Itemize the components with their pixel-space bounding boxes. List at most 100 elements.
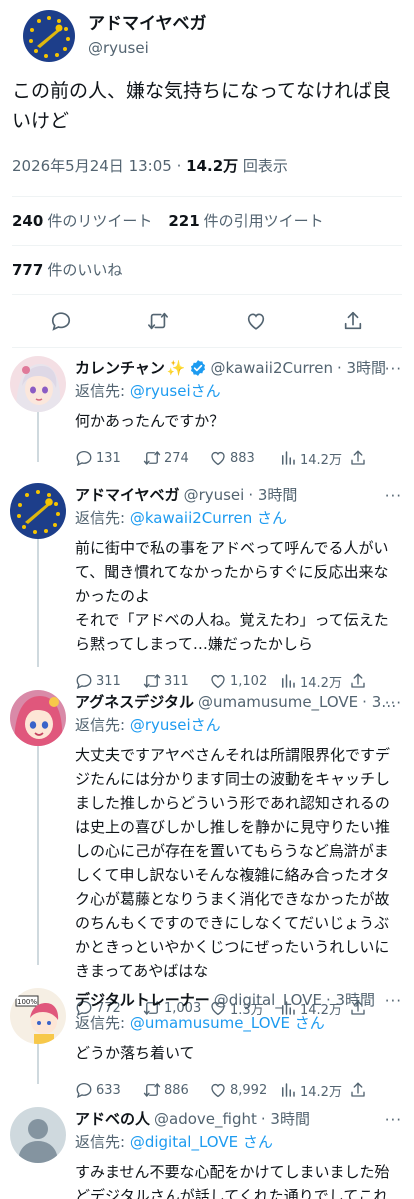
reply-text: すみません不要な心配をかけてしまいました殆どデジタルさんが話してくれた通りでして… — [75, 1163, 390, 1199]
tweet-time[interactable]: · 3時間 — [337, 358, 386, 378]
reply-text: 前に街中で私の事をアドベって呼んでる人がいて、聞き慣れてなかったからすぐに反応出… — [75, 539, 389, 653]
reply-count: 633 — [96, 1082, 121, 1098]
reply-to-handle[interactable]: @digital_LOVE さん — [130, 1133, 273, 1151]
reply-tweet[interactable]: カレンチャン ✨ @kawaii2Curren · 3時間 ··· 返信先: @… — [0, 348, 414, 475]
views-count: 14.2万 — [186, 157, 239, 175]
views-chart-icon — [282, 451, 295, 465]
retweet-icon — [143, 451, 161, 465]
reply-icon — [76, 1082, 92, 1098]
more-menu-icon[interactable]: ··· — [385, 487, 402, 505]
views-action[interactable]: 14.2万 — [279, 1081, 349, 1100]
reply-prefix: 返信先: — [75, 1014, 126, 1032]
reply-text: 何かあったんですか？ — [75, 412, 225, 430]
anime-girl-avatar-icon — [10, 690, 66, 746]
share-icon — [351, 450, 365, 465]
author-handle[interactable]: @kawaii2Curren — [211, 358, 333, 378]
sparkle-emoji: ✨ — [166, 359, 186, 377]
avatar[interactable] — [10, 1107, 66, 1163]
author-handle[interactable]: @ryusei — [88, 37, 207, 59]
like-action[interactable]: 8,992 — [209, 1081, 279, 1099]
main-tweet-header: アドマイヤベガ @ryusei — [12, 0, 402, 74]
author-name[interactable]: デジタルトレーナー — [75, 990, 210, 1010]
reply-icon — [76, 450, 92, 466]
like-icon — [211, 451, 225, 466]
default-user-avatar-icon — [10, 1107, 66, 1163]
reply-text: 大丈夫ですアヤベさんそれは所謂限界化ですデジたんには分かります同士の波動をキャッ… — [75, 746, 391, 980]
reply-action[interactable]: 131 — [75, 449, 143, 467]
tweet-time[interactable]: · 3時間 — [261, 1109, 310, 1129]
share-icon[interactable] — [342, 310, 364, 332]
replying-to: 返信先: @digital_LOVE さん — [75, 1132, 402, 1152]
replying-to: 返信先: @ryuseiさん — [75, 715, 402, 735]
avatar[interactable] — [10, 690, 66, 746]
verified-badge-icon — [190, 360, 205, 376]
avatar[interactable]: 100% — [10, 988, 66, 1044]
like-action[interactable]: 883 — [209, 449, 279, 467]
share-action[interactable] — [349, 449, 370, 467]
quotes-count: 221 — [168, 212, 200, 230]
author-name[interactable]: アドマイヤベガ — [75, 485, 180, 505]
author-name[interactable]: アドマイヤベガ — [88, 13, 207, 35]
avatar-caption: 100% — [17, 998, 37, 1006]
like-icon — [211, 1083, 225, 1098]
author-handle[interactable]: @adove_fight — [154, 1109, 257, 1129]
reply-actions: 131 274 883 14.2万 — [75, 443, 402, 473]
quotes-stat[interactable]: 221 件の引用ツイート — [168, 212, 323, 230]
like-icon[interactable] — [245, 310, 267, 332]
reply-to-handle[interactable]: @umamusume_LOVE さん — [130, 1014, 325, 1032]
likes-label: 件のいいね — [47, 261, 123, 279]
meta-separator: · — [171, 157, 187, 175]
reply-prefix: 返信先: — [75, 382, 126, 400]
author-name[interactable]: カレンチャン — [75, 358, 165, 378]
reply-prefix: 返信先: — [75, 716, 126, 734]
views-label: 回表示 — [242, 157, 288, 175]
tweet-text: この前の人、嫌な気持ちになってなければ良いけど — [12, 80, 392, 132]
replying-to: 返信先: @umamusume_LOVE さん — [75, 1013, 402, 1033]
author-handle[interactable]: @digital_LOVE — [214, 990, 322, 1010]
more-menu-icon[interactable]: ··· — [385, 992, 402, 1010]
share-action[interactable] — [349, 1081, 370, 1099]
avatar[interactable] — [10, 356, 66, 412]
likes-stats[interactable]: 777 件のいいね — [12, 246, 402, 294]
reply-to-handle[interactable]: @ryuseiさん — [130, 716, 221, 734]
tweet-date[interactable]: 2026年5月24日 13:05 — [12, 157, 172, 175]
reply-tweet[interactable]: 100% デジタルトレーナー @digital_LOVE · 3時間 ··· 返… — [0, 980, 414, 1100]
author-name[interactable]: アドベの人 — [75, 1109, 150, 1129]
reply-tweet[interactable]: アグネスデジタル @umamusume_LOVE · 3… ··· 返信先: @… — [0, 682, 414, 1018]
views-count: 14.2万 — [300, 452, 342, 468]
reply-to-handle[interactable]: @ryuseiさん — [130, 382, 221, 400]
views-action[interactable]: 14.2万 — [279, 449, 349, 468]
more-menu-icon[interactable]: ··· — [385, 1111, 402, 1129]
author-name[interactable]: アグネスデジタル — [75, 692, 194, 712]
quotes-label: 件の引用ツイート — [203, 212, 324, 230]
more-menu-icon[interactable]: ··· — [385, 694, 402, 712]
retweets-stat[interactable]: 240 件のリツイート — [12, 212, 152, 230]
anime-girl-avatar-icon — [10, 356, 66, 412]
likes-count: 777 — [12, 261, 44, 279]
like-count: 8,992 — [230, 1082, 268, 1098]
like-count: 883 — [230, 450, 255, 466]
tweet-time[interactable]: · 3時間 — [248, 485, 297, 505]
reply-text: どうか落ち着いて — [75, 1044, 195, 1062]
author-handle[interactable]: @ryusei — [184, 485, 245, 505]
reply-tweet[interactable]: アドベの人 @adove_fight · 3時間 ··· 返信先: @digit… — [0, 1099, 414, 1199]
retweet-action[interactable]: 886 — [143, 1081, 209, 1099]
retweets-count: 240 — [12, 212, 44, 230]
tweet-time[interactable]: · 3時間 — [326, 990, 375, 1010]
reply-icon[interactable] — [50, 310, 72, 332]
more-menu-icon[interactable]: ··· — [385, 360, 402, 378]
retweets-label: 件のリツイート — [47, 212, 153, 230]
starry-avatar-icon — [10, 483, 66, 539]
reply-tweet[interactable]: アドマイヤベガ @ryusei · 3時間 ··· 返信先: @kawaii2C… — [0, 475, 414, 691]
retweet-count: 886 — [164, 1082, 189, 1098]
retweet-action[interactable]: 274 — [143, 449, 209, 467]
main-tweet: アドマイヤベガ @ryusei この前の人、嫌な気持ちになってなければ良いけど … — [0, 0, 414, 348]
author-handle[interactable]: @umamusume_LOVE — [198, 692, 358, 712]
reply-prefix: 返信先: — [75, 509, 126, 527]
avatar[interactable] — [10, 483, 66, 539]
reply-to-handle[interactable]: @kawaii2Curren さん — [130, 509, 287, 527]
retweet-icon — [143, 1083, 161, 1097]
reply-action[interactable]: 633 — [75, 1081, 143, 1099]
avatar[interactable] — [23, 10, 75, 62]
retweet-icon[interactable] — [147, 310, 169, 332]
